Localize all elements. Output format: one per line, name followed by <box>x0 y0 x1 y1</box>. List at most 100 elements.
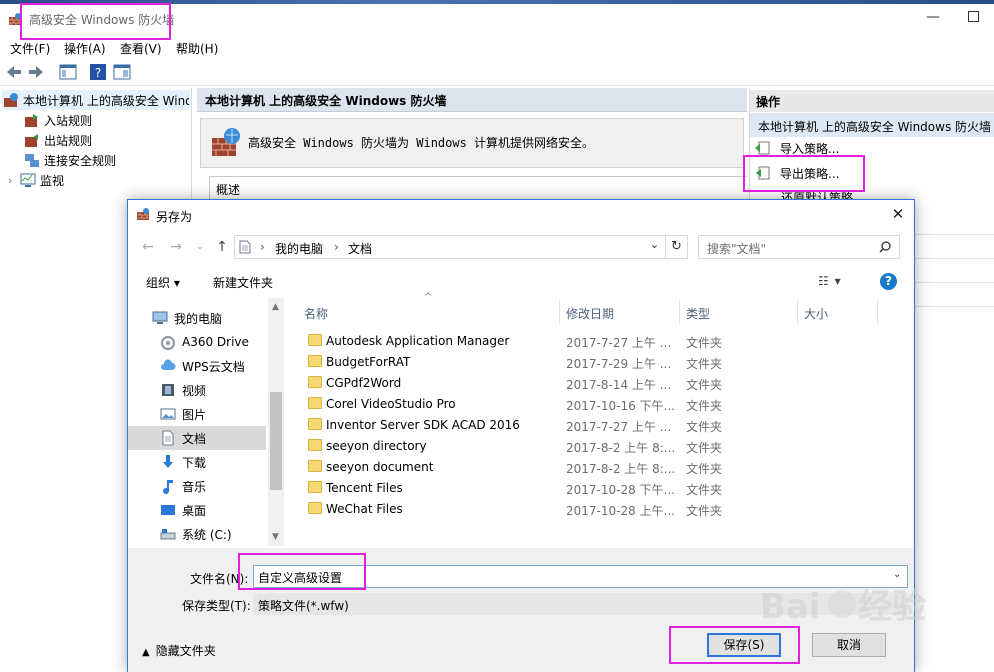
forward-arrow-icon[interactable] <box>26 62 46 82</box>
inbound-rules-icon <box>25 114 38 127</box>
up-icon[interactable]: ↑ <box>212 237 232 257</box>
nav-item-downloads[interactable]: 下载 <box>128 450 268 474</box>
forward-icon[interactable]: → <box>166 237 186 257</box>
organize-button[interactable]: 组织 ▾ <box>146 274 180 291</box>
action-label: 导入策略... <box>780 141 840 156</box>
nav-item-music[interactable]: 音乐 <box>128 474 268 498</box>
search-input[interactable]: 搜索"文档" <box>698 235 900 259</box>
close-icon[interactable]: ✕ <box>888 204 908 224</box>
show-console-tree-icon[interactable] <box>58 62 78 82</box>
column-date-modified[interactable]: 修改日期 <box>560 300 680 324</box>
menu-help[interactable]: 帮助(H) <box>176 40 218 57</box>
picture-icon <box>160 408 176 420</box>
expand-chevron-icon[interactable]: › <box>8 174 20 187</box>
file-row[interactable]: Tencent Files 2017-10-28 下午... 文件夹 <box>300 478 900 499</box>
nav-item-desktop[interactable]: 桌面 <box>128 498 268 522</box>
file-name: CGPdf2Word <box>326 376 402 390</box>
file-row[interactable]: BudgetForRAT 2017-7-29 上午 ... 文件夹 <box>300 352 900 373</box>
breadcrumb-my-computer[interactable]: 我的电脑 <box>275 240 323 257</box>
svg-text:Bai: Bai <box>760 587 821 627</box>
file-row[interactable]: seeyon directory 2017-8-2 上午 8:... 文件夹 <box>300 436 900 457</box>
column-size[interactable]: 大小 <box>798 300 878 324</box>
hide-folders-toggle[interactable]: ▲ 隐藏文件夹 <box>142 642 216 659</box>
cloud-drive-icon <box>161 336 175 350</box>
nav-item-label: 文档 <box>182 431 207 446</box>
center-description: 高级安全 Windows 防火墙为 Windows 计算机提供网络安全。 <box>248 136 595 150</box>
file-row[interactable]: Inventor Server SDK ACAD 2016 2017-7-27 上… <box>300 415 900 436</box>
folder-icon <box>308 418 322 430</box>
new-folder-button[interactable]: 新建文件夹 <box>213 274 273 291</box>
file-row[interactable]: CGPdf2Word 2017-8-14 上午 ... 文件夹 <box>300 373 900 394</box>
view-options-icon[interactable]: ☷ ▾ <box>818 274 842 288</box>
document-icon <box>239 240 251 254</box>
hide-folders-label: 隐藏文件夹 <box>155 644 216 658</box>
dialog-titlebar <box>128 200 914 230</box>
drive-icon <box>160 529 176 540</box>
file-name: Autodesk Application Manager <box>326 334 510 348</box>
menu-action[interactable]: 操作(A) <box>64 40 106 57</box>
recent-dropdown-icon[interactable]: ⌄ <box>190 237 210 257</box>
file-type: 文件夹 <box>686 357 723 371</box>
file-row[interactable]: WeChat Files 2017-10-28 上午... 文件夹 <box>300 499 900 520</box>
nav-item-label: A360 Drive <box>182 335 249 349</box>
tree-item-inbound-rules[interactable]: 入站规则 <box>24 110 92 130</box>
address-dropdown-icon[interactable]: ⌄ <box>650 238 659 251</box>
outbound-rules-icon <box>25 134 38 147</box>
overview-section[interactable]: 概述 <box>209 176 747 200</box>
tree-item-label: 监视 <box>40 173 65 188</box>
filename-label: 文件名(N): <box>190 572 249 586</box>
video-icon <box>162 384 174 396</box>
back-arrow-icon[interactable] <box>4 62 24 82</box>
menu-view[interactable]: 查看(V) <box>120 40 162 57</box>
nav-scroll-thumb[interactable] <box>270 392 282 490</box>
nav-item-a360-drive[interactable]: A360 Drive <box>128 330 268 354</box>
folder-icon <box>308 334 322 346</box>
firewall-large-icon <box>212 128 240 156</box>
tree-item-label: 连接安全规则 <box>44 153 117 168</box>
file-name: BudgetForRAT <box>326 355 411 369</box>
file-date: 2017-10-28 下午... <box>566 483 675 497</box>
tree-item-outbound-rules[interactable]: 出站规则 <box>24 130 92 150</box>
search-icon <box>879 241 891 253</box>
file-row[interactable]: Autodesk Application Manager 2017-7-27 上午… <box>300 331 900 352</box>
chevron-up-icon: ▲ <box>142 647 150 658</box>
show-action-pane-icon[interactable] <box>112 62 132 82</box>
import-policy-action[interactable]: 导入策略... <box>754 138 839 158</box>
export-policy-action[interactable]: 导出策略... <box>754 163 839 183</box>
file-type: 文件夹 <box>686 441 723 455</box>
nav-item-pictures[interactable]: 图片 <box>128 402 268 426</box>
document-icon <box>162 430 174 446</box>
file-row[interactable]: seeyon document 2017-8-2 上午 8:... 文件夹 <box>300 457 900 478</box>
help-icon[interactable]: ? <box>880 273 897 290</box>
file-name: seeyon directory <box>326 439 427 453</box>
toolbar <box>0 59 994 86</box>
minimize-button[interactable]: — <box>925 4 941 30</box>
tree-item-connection-security-rules[interactable]: 连接安全规则 <box>24 150 116 170</box>
folder-icon <box>308 439 322 451</box>
import-icon <box>755 141 770 155</box>
file-name: Tencent Files <box>326 481 403 495</box>
file-date: 2017-7-29 上午 ... <box>566 357 672 371</box>
nav-item-documents[interactable]: 文档 <box>128 426 266 450</box>
breadcrumb-documents[interactable]: 文档 <box>348 240 372 257</box>
column-name[interactable]: 名称 <box>298 300 560 324</box>
file-row[interactable]: Corel VideoStudio Pro 2017-10-16 下午... 文件夹 <box>300 394 900 415</box>
nav-item-my-computer[interactable]: 我的电脑 <box>128 306 268 330</box>
folder-icon <box>308 397 322 409</box>
menu-file[interactable]: 文件(F) <box>10 40 50 57</box>
help-icon[interactable]: ? <box>88 62 108 82</box>
scroll-up-icon[interactable]: ▲ <box>272 302 279 312</box>
nav-item-system-drive[interactable]: 系统 (C:) <box>128 522 268 546</box>
refresh-icon[interactable]: ↻ <box>666 235 688 259</box>
nav-item-videos[interactable]: 视频 <box>128 378 268 402</box>
back-icon[interactable]: ← <box>138 237 158 257</box>
tree-root-firewall[interactable]: 本地计算机 上的高级安全 Windows 防火墙 <box>2 90 190 110</box>
tree-item-label: 入站规则 <box>44 113 93 128</box>
tree-item-monitoring[interactable]: › 监视 <box>8 170 64 190</box>
music-icon <box>163 480 173 494</box>
maximize-button[interactable] <box>968 11 979 22</box>
scroll-down-icon[interactable]: ▼ <box>272 532 279 542</box>
column-type[interactable]: 类型 <box>680 300 798 324</box>
nav-item-label: 图片 <box>182 407 207 422</box>
nav-item-wps-cloud[interactable]: WPS云文档 <box>128 354 268 378</box>
